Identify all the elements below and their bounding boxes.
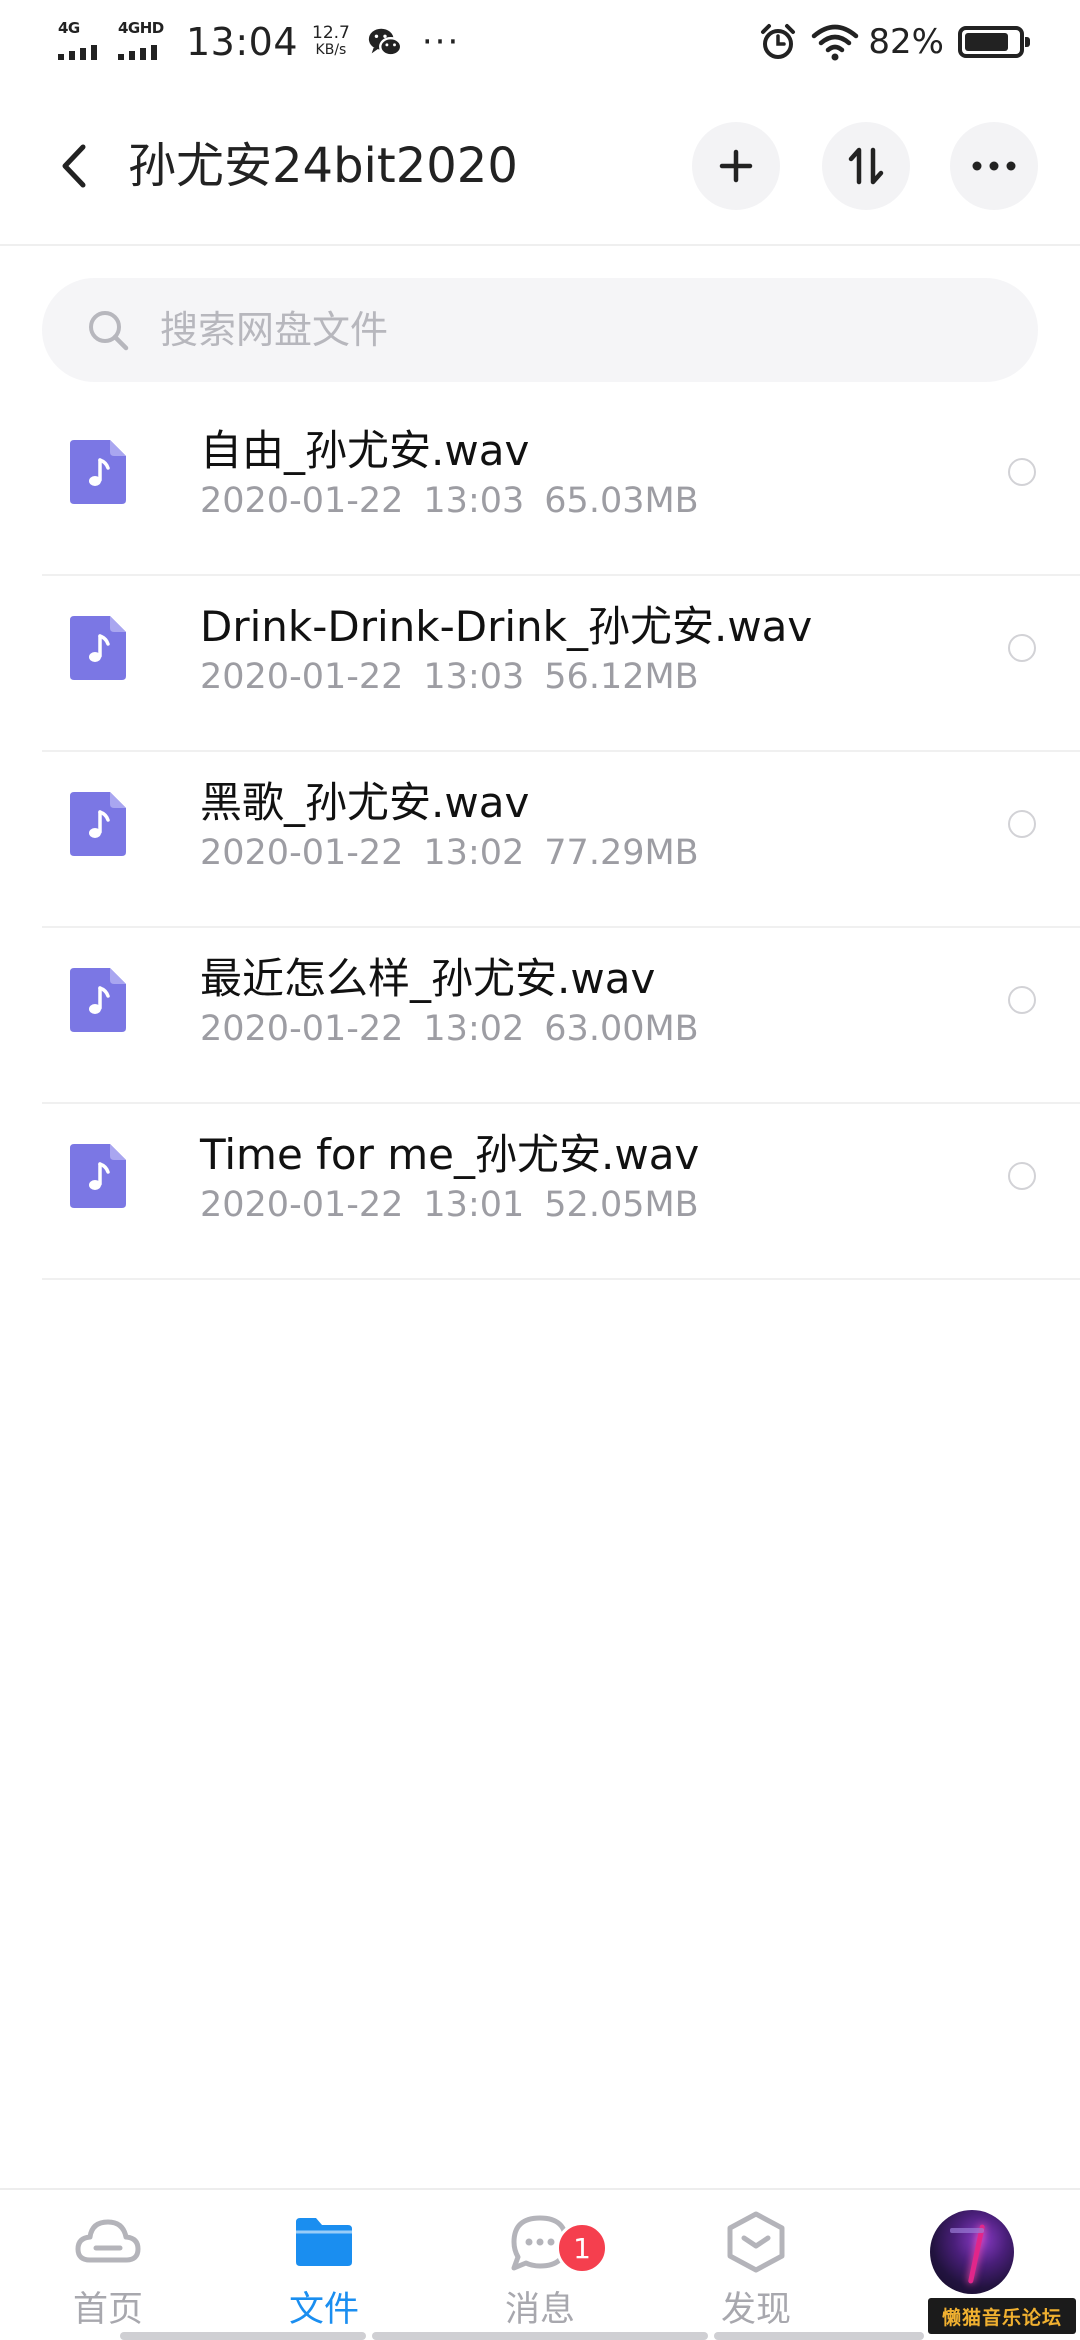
nav-item-home[interactable]: 首页: [38, 2210, 178, 2332]
file-row[interactable]: 黑歌_孙尤安.wav 2020-01-22 13:02 77.29MB: [42, 752, 1080, 928]
sort-icon: [848, 147, 884, 185]
network-speed-value: 12.7: [312, 23, 350, 43]
network-type-1: 4G: [58, 19, 80, 37]
file-meta: 2020-01-22 13:02 63.00MB: [200, 1004, 699, 1054]
alarm-icon: [761, 24, 796, 59]
signal-icon: 4G: [58, 20, 110, 64]
file-meta: 2020-01-22 13:02 77.29MB: [200, 828, 699, 878]
file-time: 13:03: [423, 657, 525, 697]
file-time: 13:01: [423, 1185, 525, 1225]
plus-icon: [719, 149, 753, 183]
battery-icon: [958, 26, 1030, 58]
user-avatar[interactable]: [930, 2210, 1014, 2294]
file-meta: 2020-01-22 13:01 52.05MB: [200, 1180, 699, 1230]
more-button[interactable]: [950, 122, 1038, 210]
audio-file-icon: [70, 1144, 126, 1208]
folder-icon: [296, 2218, 352, 2266]
file-name: 自由_孙尤安.wav: [200, 426, 530, 475]
nav-label-messages: 消息: [504, 2290, 575, 2330]
audio-file-icon: [70, 968, 126, 1032]
file-select-checkbox[interactable]: [1008, 458, 1036, 486]
battery-percent: 82%: [868, 22, 944, 62]
cloud-icon: [75, 2219, 141, 2263]
file-meta: 2020-01-22 13:03 65.03MB: [200, 476, 699, 526]
nav-item-discover[interactable]: 发现: [686, 2210, 826, 2332]
audio-file-icon: [70, 440, 126, 504]
search-icon: [89, 311, 129, 351]
file-name: 最近怎么样_孙尤安.wav: [200, 954, 656, 1003]
file-date: 2020-01-22: [200, 657, 404, 697]
wifi-icon: [812, 24, 859, 61]
file-select-checkbox[interactable]: [1008, 810, 1036, 838]
file-name: Drink-Drink-Drink_孙尤安.wav: [200, 602, 813, 651]
status-bar-right: 82%: [758, 18, 1030, 66]
search-input[interactable]: [160, 308, 960, 352]
file-size: 52.05MB: [544, 1185, 699, 1225]
network-speed-unit: KB/s: [315, 42, 347, 58]
wechat-icon: [368, 28, 403, 57]
discover-icon: [727, 2211, 785, 2273]
signal-icon: 4GHD: [118, 20, 170, 64]
file-name: Time for me_孙尤安.wav: [200, 1130, 700, 1179]
file-time: 13:02: [423, 833, 525, 873]
file-name: 黑歌_孙尤安.wav: [200, 778, 530, 827]
audio-file-icon: [70, 616, 126, 680]
sort-button[interactable]: [822, 122, 910, 210]
more-dots-icon: [972, 161, 1016, 171]
status-time: 13:04: [186, 20, 299, 64]
file-size: 56.12MB: [544, 657, 699, 697]
audio-file-icon: [70, 792, 126, 856]
file-date: 2020-01-22: [200, 833, 404, 873]
status-bar-left: 4G 4GHD 13:04 12.7 KB/s ···: [58, 18, 460, 66]
nav-label-files: 文件: [288, 2290, 359, 2330]
back-arrow-icon: [62, 144, 86, 188]
file-date: 2020-01-22: [200, 1185, 404, 1225]
status-bar: 4G 4GHD 13:04 12.7 KB/s ··· 82%: [0, 0, 1080, 84]
file-select-checkbox[interactable]: [1008, 634, 1036, 662]
notification-more-icon: ···: [421, 22, 461, 62]
file-size: 65.03MB: [544, 481, 699, 521]
message-badge: 1: [556, 2222, 608, 2274]
file-row[interactable]: Time for me_孙尤安.wav 2020-01-22 13:01 52.05…: [42, 1104, 1080, 1280]
nav-label-discover: 发现: [720, 2290, 791, 2330]
file-select-checkbox[interactable]: [1008, 986, 1036, 1014]
file-date: 2020-01-22: [200, 1009, 404, 1049]
file-row[interactable]: Drink-Drink-Drink_孙尤安.wav 2020-01-22 13:0…: [42, 576, 1080, 752]
nav-label-home: 首页: [72, 2290, 143, 2330]
file-list: 自由_孙尤安.wav 2020-01-22 13:03 65.03MB Drink-…: [0, 400, 1080, 1280]
home-indicator: [0, 2332, 1080, 2340]
file-time: 13:03: [423, 481, 525, 521]
bottom-nav: 首页 文件 消息 1 发现 懒猫音乐论坛: [0, 2188, 1080, 2340]
file-meta: 2020-01-22 13:03 56.12MB: [200, 652, 699, 702]
file-select-checkbox[interactable]: [1008, 1162, 1036, 1190]
page-title: 孙尤安24bit2020: [128, 138, 518, 194]
file-size: 77.29MB: [544, 833, 699, 873]
battery-level: [965, 33, 1008, 51]
file-time: 13:02: [423, 1009, 525, 1049]
file-row[interactable]: 最近怎么样_孙尤安.wav 2020-01-22 13:02 63.00MB: [42, 928, 1080, 1104]
network-type-2: 4GHD: [118, 19, 164, 37]
add-button[interactable]: [692, 122, 780, 210]
file-row[interactable]: 自由_孙尤安.wav 2020-01-22 13:03 65.03MB: [42, 400, 1080, 576]
file-size: 63.00MB: [544, 1009, 699, 1049]
nav-item-messages[interactable]: 消息 1: [470, 2210, 610, 2332]
nav-item-files[interactable]: 文件: [254, 2210, 394, 2332]
file-date: 2020-01-22: [200, 481, 404, 521]
back-button[interactable]: [44, 128, 104, 204]
search-bar[interactable]: [42, 278, 1038, 382]
watermark-logo: 懒猫音乐论坛: [928, 2298, 1076, 2334]
header: 孙尤安24bit2020: [0, 84, 1080, 246]
network-speed: 12.7 KB/s: [312, 25, 350, 59]
